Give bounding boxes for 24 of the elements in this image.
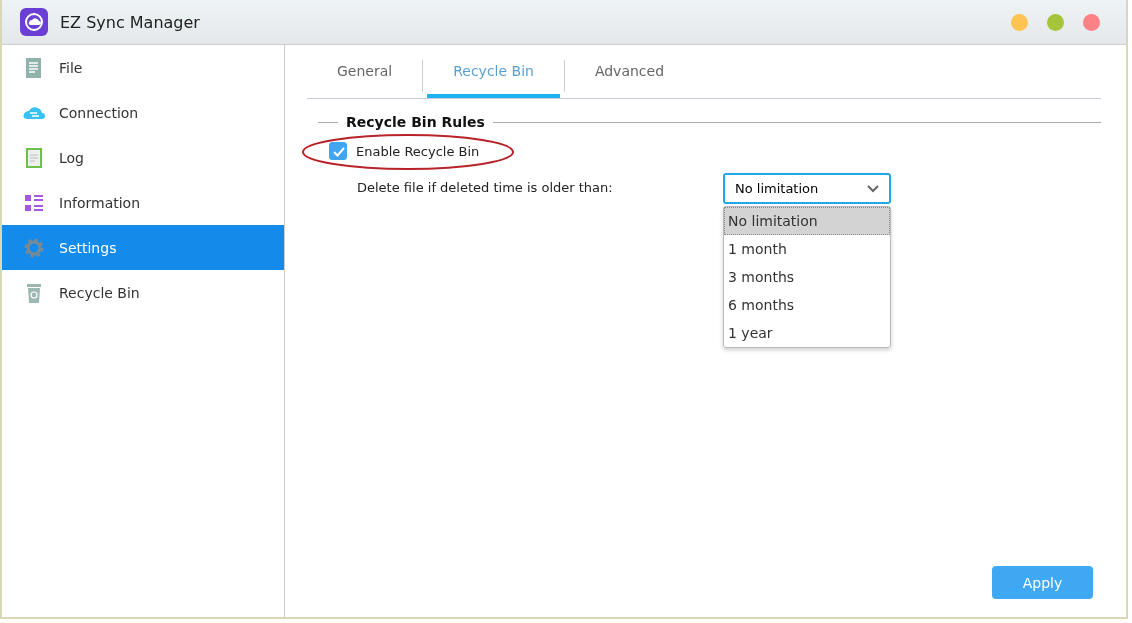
dropdown[interactable]: No limitation: [723, 173, 891, 204]
window-control-dot[interactable]: [1083, 13, 1100, 31]
sidebar-item[interactable]: File: [2, 45, 284, 90]
sidebar-item[interactable]: Log: [2, 135, 284, 180]
sidebar-item[interactable]: Information: [2, 180, 284, 225]
sidebar-item[interactable]: Recycle Bin: [2, 270, 284, 315]
sidebar-item[interactable]: Settings: [2, 225, 284, 270]
window-control-dot[interactable]: [1047, 13, 1064, 31]
tab[interactable]: General: [311, 48, 419, 98]
app-logo-icon: [20, 8, 48, 36]
dropdown-option[interactable]: 6 months: [724, 291, 890, 319]
sidebar-item[interactable]: Connection: [2, 90, 284, 135]
chevron-down-icon: [867, 184, 879, 193]
field-label: Delete file if deleted time is older than:: [357, 180, 614, 197]
tab[interactable]: Advanced: [568, 48, 691, 98]
section-title: Recycle Bin Rules: [346, 114, 485, 130]
dropdown-option[interactable]: 3 months: [724, 263, 890, 291]
window-control-dot[interactable]: [1011, 13, 1028, 31]
window-title: EZ Sync Manager: [60, 12, 200, 32]
dropdown-option[interactable]: 1 year: [724, 319, 890, 347]
checkbox-label: Enable Recycle Bin: [356, 143, 481, 159]
dropdown-option[interactable]: 1 month: [724, 235, 890, 263]
checkbox[interactable]: [329, 142, 347, 160]
dropdown-option[interactable]: No limitation: [724, 207, 890, 235]
